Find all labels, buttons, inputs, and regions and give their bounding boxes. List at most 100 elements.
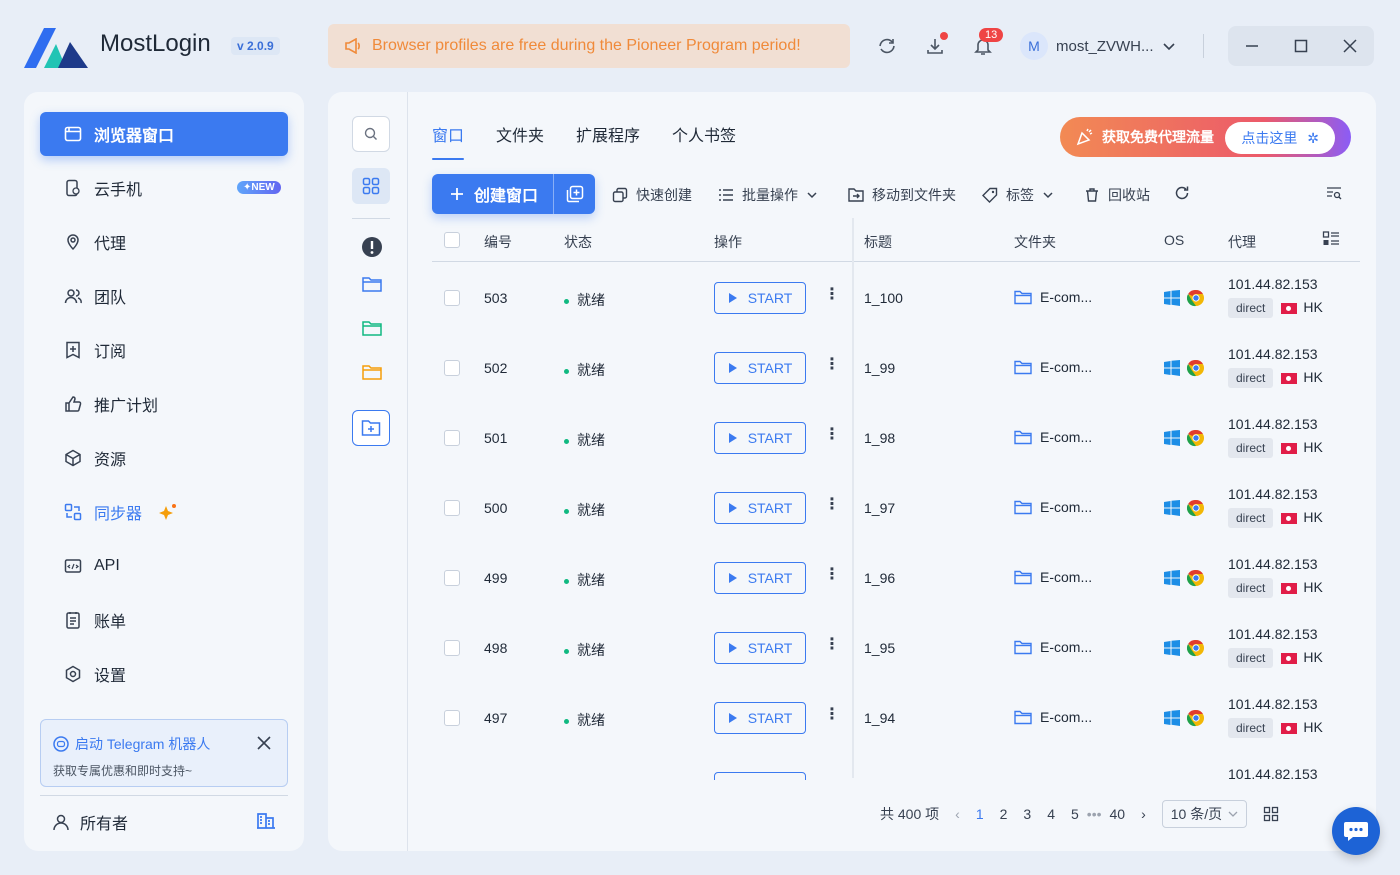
row-checkbox[interactable]	[444, 360, 460, 376]
folder-green-icon[interactable]	[362, 320, 382, 336]
start-button[interactable]: START	[714, 702, 806, 734]
tab-windows[interactable]: 窗口	[432, 122, 465, 160]
start-button[interactable]: START	[714, 632, 806, 664]
tab-extensions[interactable]: 扩展程序	[576, 122, 640, 146]
page-1[interactable]: 1	[976, 806, 984, 822]
more-options-icon[interactable]: ⋮	[824, 357, 840, 373]
create-batch-button[interactable]	[554, 185, 595, 203]
batch-actions-dropdown[interactable]: 批量操作	[718, 185, 818, 205]
more-options-icon[interactable]: ⋮	[824, 497, 840, 513]
tags-dropdown[interactable]: 标签	[982, 185, 1054, 205]
row-checkbox[interactable]	[444, 570, 460, 586]
folder-orange-icon[interactable]	[362, 364, 382, 380]
page-size-select[interactable]: 10 条/页	[1161, 800, 1248, 828]
table-row[interactable]: 502 就绪 START ⋮ 1_99 E-com... 101.44.82.153 dire…	[432, 332, 1360, 402]
table-row[interactable]: 498 就绪 START ⋮ 1_95 E-com... 101.44.82.153 dire…	[432, 612, 1360, 682]
table-row[interactable]: 501 就绪 START ⋮ 1_98 E-com... 101.44.82.153 dire…	[432, 402, 1360, 472]
move-to-folder-button[interactable]: 移动到文件夹	[848, 185, 956, 205]
row-folder[interactable]: E-com...	[1014, 359, 1092, 375]
grid-view-icon[interactable]	[1263, 806, 1279, 822]
sidebar-item-subscribe[interactable]: 订阅	[40, 328, 288, 372]
page-2[interactable]: 2	[1000, 806, 1008, 822]
page-4[interactable]: 4	[1047, 806, 1055, 822]
sidebar-item-team[interactable]: 团队	[40, 274, 288, 318]
row-checkbox[interactable]	[444, 430, 460, 446]
col-id[interactable]: 编号	[484, 232, 512, 252]
promo-click-button[interactable]: 点击这里 ✲	[1225, 122, 1335, 154]
sidebar-item-synchronizer[interactable]: 同步器	[40, 490, 288, 534]
table-row[interactable]: 500 就绪 START ⋮ 1_97 E-com... 101.44.82.153 dire…	[432, 472, 1360, 542]
building-icon[interactable]	[256, 810, 276, 830]
chat-icon	[1344, 822, 1368, 841]
telegram-bot-card[interactable]: 启动 Telegram 机器人 获取专属优惠和即时支持~	[40, 719, 288, 787]
column-filter-button[interactable]	[1326, 185, 1342, 201]
minimize-icon[interactable]	[1245, 39, 1259, 53]
start-button[interactable]: START	[714, 422, 806, 454]
sidebar-item-settings[interactable]: 设置	[40, 652, 288, 696]
page-ellipsis[interactable]: •••	[1087, 806, 1102, 822]
col-title[interactable]: 标题	[864, 232, 892, 252]
close-icon[interactable]	[1343, 39, 1357, 53]
tab-bookmarks[interactable]: 个人书签	[672, 122, 736, 146]
rail-all-button[interactable]	[352, 168, 390, 204]
more-options-icon[interactable]: ⋮	[824, 567, 840, 583]
close-icon[interactable]	[257, 736, 271, 750]
start-button[interactable]: START	[714, 282, 806, 314]
prev-page-icon[interactable]: ‹	[955, 806, 960, 822]
start-button[interactable]: START	[714, 562, 806, 594]
more-options-icon[interactable]: ⋮	[824, 287, 840, 303]
row-folder[interactable]: E-com...	[1014, 639, 1092, 655]
page-last[interactable]: 40	[1110, 806, 1126, 822]
maximize-icon[interactable]	[1294, 39, 1308, 53]
start-button-partial[interactable]	[714, 772, 806, 780]
mostlogin-logo-icon	[24, 28, 88, 68]
quick-create-button[interactable]: 快速创建	[612, 185, 692, 205]
free-proxy-promo[interactable]: 获取免费代理流量 点击这里 ✲	[1060, 117, 1351, 157]
tab-folders[interactable]: 文件夹	[496, 122, 544, 146]
page-3[interactable]: 3	[1023, 806, 1031, 822]
page-5[interactable]: 5	[1071, 806, 1079, 822]
start-button[interactable]: START	[714, 352, 806, 384]
folder-blue-icon[interactable]	[362, 276, 382, 292]
row-folder[interactable]: E-com...	[1014, 429, 1092, 445]
row-checkbox[interactable]	[444, 710, 460, 726]
owner-row[interactable]: 所有者	[52, 810, 128, 834]
chrome-icon	[1187, 569, 1204, 587]
next-page-icon[interactable]: ›	[1141, 806, 1146, 822]
rail-search-button[interactable]	[352, 116, 390, 152]
row-folder[interactable]: E-com...	[1014, 569, 1092, 585]
select-all-checkbox[interactable]	[444, 232, 460, 248]
refresh-button[interactable]	[1174, 185, 1190, 201]
chat-support-button[interactable]	[1332, 807, 1380, 855]
sidebar-item-proxy[interactable]: 代理	[40, 220, 288, 264]
row-checkbox[interactable]	[444, 290, 460, 306]
row-folder[interactable]: E-com...	[1014, 289, 1092, 305]
table-row[interactable]: 503 就绪 START ⋮ 1_100 E-com... 101.44.82.153 dir…	[432, 262, 1360, 332]
more-options-icon[interactable]: ⋮	[824, 637, 840, 653]
sidebar-item-resources[interactable]: 资源	[40, 436, 288, 480]
title-bar: MostLogin v 2.0.9 Browser profiles are f…	[0, 0, 1400, 92]
row-folder[interactable]: E-com...	[1014, 709, 1092, 725]
sidebar-item-browser-window[interactable]: 浏览器窗口	[40, 112, 288, 156]
table-row[interactable]: 499 就绪 START ⋮ 1_96 E-com... 101.44.82.153 dire…	[432, 542, 1360, 612]
user-menu[interactable]: M most_ZVWH...	[1020, 32, 1176, 60]
alert-icon[interactable]	[361, 236, 383, 258]
recycle-bin-button[interactable]: 回收站	[1084, 185, 1150, 205]
more-options-icon[interactable]: ⋮	[824, 707, 840, 723]
sidebar-item-cloud-phone[interactable]: 云手机 ✦NEW	[40, 166, 288, 210]
row-checkbox[interactable]	[444, 640, 460, 656]
sidebar-item-affiliate[interactable]: 推广计划	[40, 382, 288, 426]
proxy-ip: 101.44.82.153	[1228, 766, 1318, 780]
hk-flag-icon	[1281, 582, 1298, 594]
column-settings-icon[interactable]	[1322, 230, 1340, 248]
create-window-button[interactable]: 创建窗口	[432, 174, 595, 214]
sync-status-icon[interactable]	[875, 34, 899, 58]
more-options-icon[interactable]: ⋮	[824, 427, 840, 443]
sidebar-item-api[interactable]: API	[40, 544, 288, 588]
sidebar-item-billing[interactable]: 账单	[40, 598, 288, 642]
table-row[interactable]: 497 就绪 START ⋮ 1_94 E-com... 101.44.82.153 dire…	[432, 682, 1360, 752]
add-folder-button[interactable]	[352, 410, 390, 446]
row-folder[interactable]: E-com...	[1014, 499, 1092, 515]
row-checkbox[interactable]	[444, 500, 460, 516]
start-button[interactable]: START	[714, 492, 806, 524]
